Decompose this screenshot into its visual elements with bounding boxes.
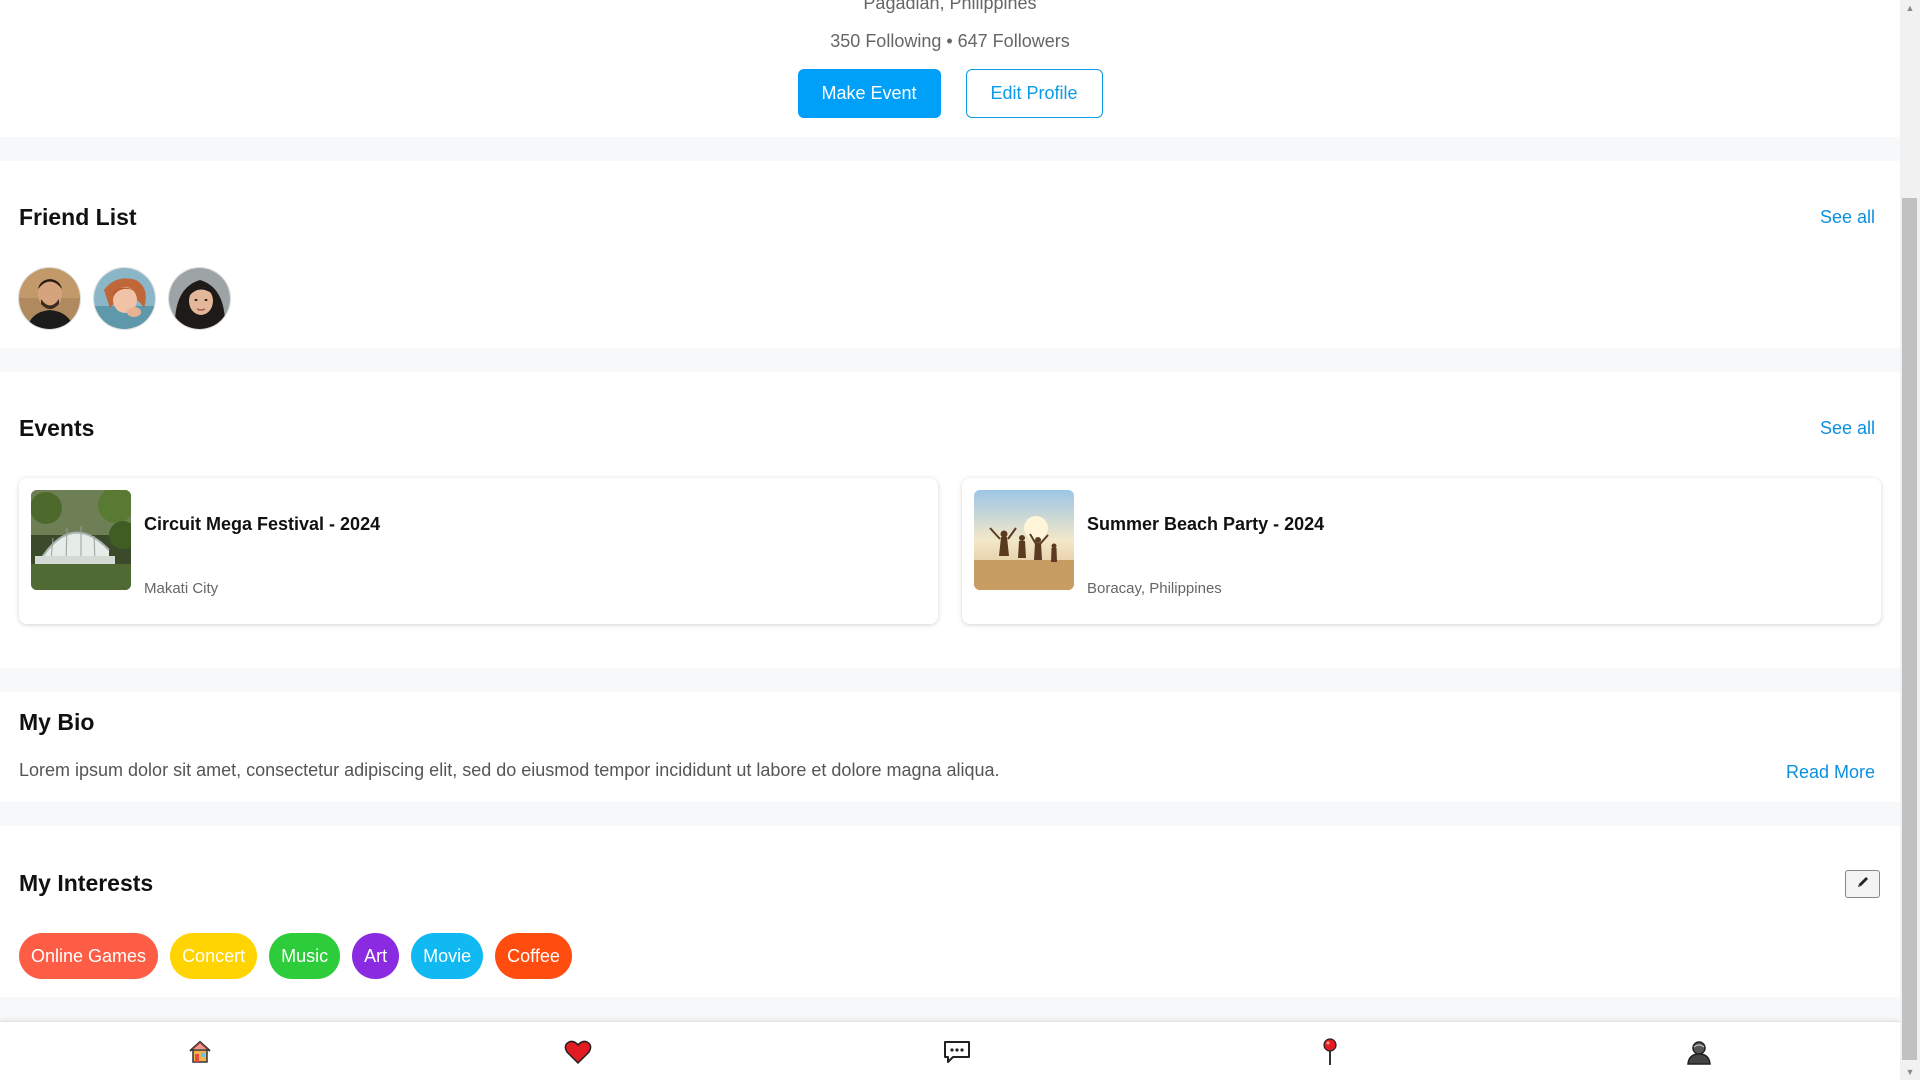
heart-icon[interactable] (562, 1036, 594, 1068)
edit-interests-button[interactable] (1845, 870, 1880, 898)
event-thumbnail (974, 490, 1074, 590)
profile-page: Pagadian, Philippines 350 Following • 64… (0, 0, 1900, 1080)
make-event-button[interactable]: Make Event (797, 69, 941, 118)
map-pin-icon[interactable] (1314, 1036, 1346, 1068)
profile-actions: Make Event Edit Profile (0, 69, 1900, 118)
interest-chips: Online Games Concert Music Art Movie Coffee (19, 933, 572, 979)
interest-chip[interactable]: Coffee (495, 933, 572, 979)
profile-icon[interactable] (1683, 1036, 1715, 1068)
friend-avatar-2[interactable] (93, 267, 156, 330)
event-title: Circuit Mega Festival - 2024 (144, 514, 381, 534)
scroll-down-icon[interactable]: ▼ (1900, 1064, 1920, 1080)
home-icon[interactable] (184, 1036, 216, 1068)
chat-icon[interactable] (941, 1036, 973, 1068)
bio-section: My Bio Lorem ipsum dolor sit amet, conse… (0, 692, 1900, 802)
bottom-nav (0, 1021, 1900, 1080)
interests-section: My Interests Online Games Concert Music Art… (0, 826, 1900, 997)
event-card[interactable]: Circuit Mega Festival - 2024 Makati City (19, 478, 938, 624)
profile-location: Pagadian, Philippines (863, 0, 1037, 13)
follow-stats: 350 Following • 647 Followers (830, 31, 1070, 51)
profile-header: Pagadian, Philippines 350 Following • 64… (0, 0, 1900, 137)
event-thumbnail (31, 490, 131, 590)
friend-avatar-1[interactable] (18, 267, 81, 330)
event-location: Boracay, Philippines (1087, 580, 1222, 597)
event-card[interactable]: Summer Beach Party - 2024 Boracay, Phili… (962, 478, 1881, 624)
interests-title: My Interests (19, 870, 154, 896)
interest-chip[interactable]: Movie (411, 933, 484, 979)
interest-chip[interactable]: Online Games (19, 933, 159, 979)
interest-chip[interactable]: Concert (170, 933, 258, 979)
read-more-link[interactable]: Read More (1786, 762, 1875, 783)
events-see-all-link[interactable]: See all (1820, 418, 1875, 439)
friend-list-section: Friend List See all (0, 161, 1900, 348)
pencil-icon (1856, 875, 1870, 894)
friend-avatar-3[interactable] (168, 267, 231, 330)
event-title: Summer Beach Party - 2024 (1087, 514, 1325, 534)
scroll-up-icon[interactable]: ▲ (1900, 0, 1920, 16)
events-section: Events See all Circuit Mega Festival - 2… (0, 372, 1900, 668)
friend-list-title: Friend List (19, 204, 137, 230)
events-title: Events (19, 415, 95, 441)
edit-profile-button[interactable]: Edit Profile (965, 69, 1103, 118)
bio-text: Lorem ipsum dolor sit amet, consectetur … (19, 760, 1000, 780)
bio-title: My Bio (19, 709, 95, 735)
vertical-scrollbar[interactable]: ▲ ▼ (1900, 0, 1920, 1080)
friend-list-see-all-link[interactable]: See all (1820, 207, 1875, 228)
event-location: Makati City (144, 580, 219, 597)
interest-chip[interactable]: Art (352, 933, 400, 979)
interest-chip[interactable]: Music (269, 933, 341, 979)
scroll-thumb[interactable] (1902, 198, 1917, 1060)
friend-avatars (18, 267, 231, 330)
